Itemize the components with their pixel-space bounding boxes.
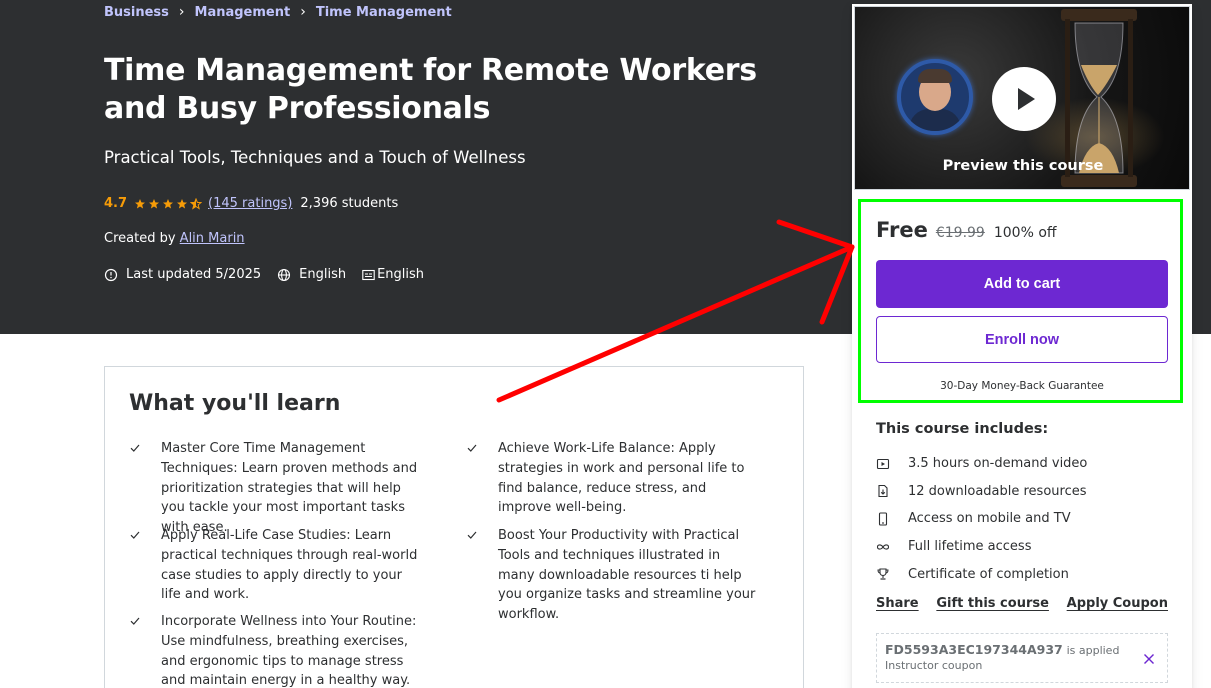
ratings-count-link[interactable]: (145 ratings) [208,196,292,211]
students-count: 2,396 students [300,196,399,211]
breadcrumb: Business › Management › Time Management [104,4,452,20]
coupon-applied-text: is applied [1066,644,1120,657]
learn-item-text: Apply Real-Life Case Studies: Learn prac… [161,528,418,603]
breadcrumb-item-management[interactable]: Management [195,5,291,20]
learn-item: Incorporate Wellness into Your Routine: … [129,612,419,688]
star-icon [177,198,188,208]
check-icon [129,439,161,538]
avatar-hair [918,69,952,83]
breadcrumb-item-time-management[interactable]: Time Management [316,5,452,20]
includes-item: 12 downloadable resources [876,478,1087,506]
check-icon [466,439,498,518]
preview-label: Preview this course [942,158,1104,174]
coupon-line: FD5593A3EC197344A937 is applied [885,642,1159,657]
last-updated-text: Last updated 5/2025 [126,267,262,282]
alert-clock-icon [104,268,118,281]
learn-heading: What you'll learn [129,391,341,416]
play-button[interactable] [992,67,1056,131]
file-download-icon [876,484,908,498]
mobile-icon [876,512,908,526]
play-icon [1018,88,1035,110]
learn-item: Achieve Work-Life Balance: Apply strateg… [466,439,756,518]
learn-item: Master Core Time Management Techniques: … [129,439,419,538]
includes-item: Certificate of completion [876,560,1087,588]
sidebar-actions: Share Gift this course Apply Coupon [876,596,1168,611]
includes-item: 3.5 hours on-demand video [876,450,1087,478]
trophy-icon [876,567,908,581]
learn-item-text: Incorporate Wellness into Your Routine: … [161,614,417,688]
learn-item: Boost Your Productivity with Practical T… [466,526,756,625]
includes-item-label: 12 downloadable resources [908,483,1087,499]
highlight-box [858,199,1183,403]
globe-icon [278,268,291,281]
rating-value: 4.7 [104,196,128,211]
language-text: English [299,267,347,282]
captions-text: English [377,267,425,282]
includes-heading: This course includes: [876,421,1049,437]
check-icon [129,526,161,605]
breadcrumb-item-business[interactable]: Business [104,5,169,20]
created-by-row: Created by Alin Marin [104,231,245,246]
breadcrumb-separator-icon: › [178,4,185,20]
avatar-body [909,109,961,131]
star-half-icon [190,197,203,210]
infinity-icon [876,540,908,554]
learn-item-text: Boost Your Productivity with Practical T… [498,528,756,623]
course-meta-row: Last updated 5/2025 English English [104,267,440,282]
rating-row: 4.7 (145 ratings) 2,396 students [104,196,398,211]
course-title: Time Management for Remote Workers and B… [104,53,757,126]
includes-item-label: 3.5 hours on-demand video [908,456,1088,472]
last-updated: Last updated 5/2025 [104,267,261,282]
close-icon[interactable] [1143,650,1155,669]
course-language: English [277,267,346,282]
learn-item: Apply Real-Life Case Studies: Learn prac… [129,526,419,605]
author-link[interactable]: Alin Marin [180,231,245,246]
includes-item-label: Access on mobile and TV [908,511,1071,527]
applied-coupon: FD5593A3EC197344A937 is applied Instruct… [876,633,1168,683]
gift-course-link[interactable]: Gift this course [936,596,1049,611]
includes-item-label: Full lifetime access [908,539,1032,555]
video-icon [876,457,908,471]
includes-list: 3.5 hours on-demand video 12 downloadabl… [876,450,1087,588]
includes-item: Full lifetime access [876,533,1087,561]
includes-item: Access on mobile and TV [876,505,1087,533]
learn-item-text: Master Core Time Management Techniques: … [161,441,418,536]
course-subtitle: Practical Tools, Techniques and a Touch … [104,148,526,167]
closed-captions-icon [362,269,375,280]
learn-item-text: Achieve Work-Life Balance: Apply strateg… [498,441,745,516]
includes-item-label: Certificate of completion [908,566,1069,582]
coupon-code: FD5593A3EC197344A937 [885,642,1063,657]
share-link[interactable]: Share [876,596,919,611]
course-preview-video[interactable]: Preview this course [854,6,1190,190]
apply-coupon-link[interactable]: Apply Coupon [1067,596,1168,611]
created-by-label: Created by [104,231,176,246]
course-captions: English [362,267,424,282]
check-icon [129,612,161,688]
coupon-type: Instructor coupon [885,659,983,672]
star-icon [163,198,174,208]
breadcrumb-separator-icon: › [300,4,306,20]
what-youll-learn-box: What you'll learn Master Core Time Manag… [104,366,804,688]
check-icon [466,526,498,625]
star-icon [135,198,146,208]
rating-stars [134,197,203,210]
instructor-avatar [897,59,973,135]
star-icon [149,198,160,208]
